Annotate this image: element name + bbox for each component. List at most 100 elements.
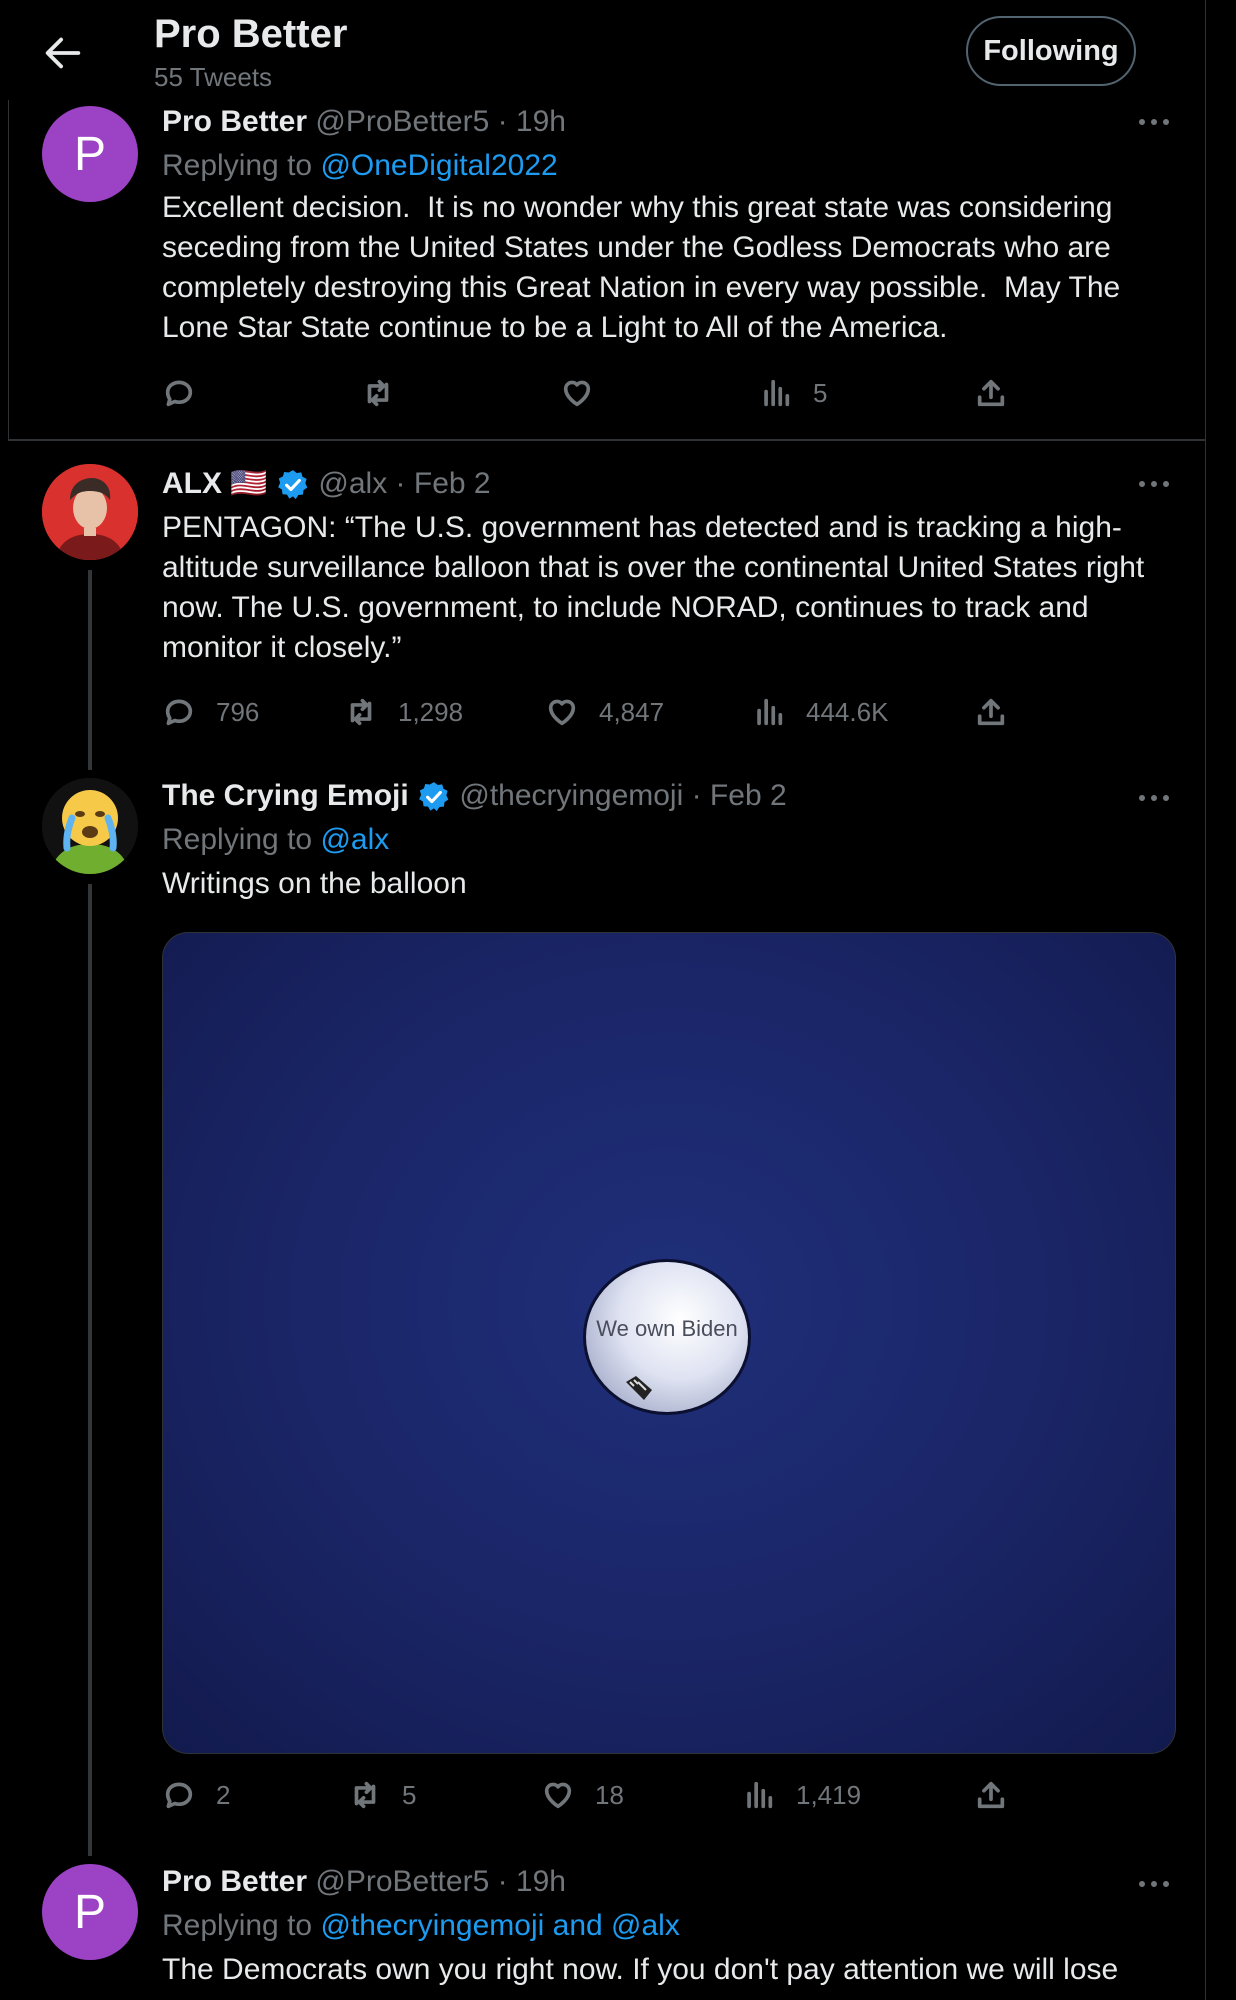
avatar[interactable]: [42, 778, 138, 874]
reply-icon: [165, 699, 193, 726]
like-button[interactable]: 18: [541, 1778, 624, 1812]
author-handle[interactable]: @thecryingemoji: [459, 779, 683, 812]
avatar[interactable]: [42, 464, 138, 560]
tweet-actions: 2 5 18 1,419: [162, 1778, 1020, 1818]
share-icon: [977, 1781, 1005, 1809]
reply-button[interactable]: [162, 376, 196, 410]
avatar[interactable]: P: [42, 106, 138, 202]
arrow-left-icon: [45, 37, 81, 69]
retweet-icon: [367, 379, 389, 407]
heart-icon: [548, 699, 576, 726]
author-name[interactable]: ALX: [162, 467, 222, 500]
share-button[interactable]: [974, 695, 1008, 729]
replying-to: Replying to @thecryingemoji and @alx: [162, 1906, 680, 1946]
balloon: We own Biden: [583, 1259, 751, 1415]
tweet-4[interactable]: P Pro Better @ProBetter5 · 19h Replying …: [0, 1862, 1206, 2000]
tweet-media[interactable]: We own Biden: [162, 932, 1176, 1754]
author-name[interactable]: Pro Better: [162, 1865, 307, 1898]
tweet-time[interactable]: · Feb 2: [396, 467, 491, 500]
views-button[interactable]: 5: [759, 376, 827, 410]
tweet-actions: 796 1,298 4,847 444.6K: [162, 695, 1020, 735]
views-count: 1,419: [796, 1779, 862, 1810]
page-title: Pro Better: [154, 12, 348, 56]
tweet-count: 55 Tweets: [154, 62, 273, 92]
retweet-count: 1,298: [398, 696, 464, 727]
retweet-count: 5: [402, 1779, 417, 1810]
more-button[interactable]: [1139, 119, 1169, 125]
tweet-text: Excellent decision. It is no wonder why …: [162, 191, 1129, 344]
tweet-text: PENTAGON: “The U.S. government has detec…: [162, 511, 1153, 664]
reply-count: 2: [216, 1779, 231, 1810]
tweet-header: Pro Better @ProBetter5 · 19h: [162, 102, 566, 142]
tweet-header: ALX 🇺🇸 @alx · Feb 2: [162, 464, 491, 504]
replying-prefix: Replying to: [162, 1909, 321, 1942]
replying-to: Replying to @OneDigital2022: [162, 146, 558, 186]
avatar-image: [42, 778, 138, 874]
more-button[interactable]: [1139, 795, 1169, 801]
share-button[interactable]: [974, 376, 1008, 410]
views-button[interactable]: 1,419: [742, 1778, 861, 1812]
more-button[interactable]: [1139, 1881, 1169, 1887]
reply-icon: [165, 380, 193, 407]
heart-icon: [544, 1782, 572, 1809]
tweet-divider: [8, 439, 1206, 441]
avatar[interactable]: P: [42, 1864, 138, 1960]
tweet-header: The Crying Emoji @thecryingemoji · Feb 2: [162, 776, 787, 816]
reply-button[interactable]: 2: [162, 1778, 230, 1812]
views-count: 5: [813, 377, 828, 408]
retweet-icon: [350, 698, 372, 726]
tweet-time[interactable]: · Feb 2: [692, 779, 787, 812]
avatar-image: [42, 464, 138, 560]
views-icon: [764, 379, 790, 407]
tweet-text: Writings on the balloon: [162, 867, 467, 900]
heart-icon: [563, 380, 591, 407]
tweet-1[interactable]: P Pro Better @ProBetter5 · 19h Replying …: [0, 100, 1206, 440]
column-border: [8, 100, 9, 440]
replying-handle[interactable]: @OneDigital2022: [320, 149, 557, 182]
top-bar: Pro Better 55 Tweets Following: [0, 0, 1236, 100]
tweet-2[interactable]: ALX 🇺🇸 @alx · Feb 2 PENTAGON: “The U.S. …: [0, 462, 1206, 752]
tweet-3[interactable]: The Crying Emoji @thecryingemoji · Feb 2…: [0, 776, 1206, 1810]
tweet-time[interactable]: · 19h: [498, 1865, 566, 1898]
like-count: 18: [595, 1779, 624, 1810]
replying-prefix: Replying to: [162, 149, 321, 182]
retweet-button[interactable]: 1,298: [344, 695, 463, 729]
share-icon: [977, 698, 1005, 726]
reply-button[interactable]: 796: [162, 695, 259, 729]
like-button[interactable]: [560, 376, 594, 410]
tweet-time[interactable]: · 19h: [498, 105, 566, 138]
views-icon: [747, 1781, 773, 1809]
verified-badge-icon: [419, 782, 449, 812]
author-handle[interactable]: @ProBetter5: [315, 105, 489, 138]
retweet-button[interactable]: [361, 376, 395, 410]
replying-handle[interactable]: @thecryingemoji and @alx: [320, 1909, 679, 1942]
back-button[interactable]: [40, 30, 86, 76]
views-button[interactable]: 444.6K: [752, 695, 888, 729]
replying-to: Replying to @alx: [162, 820, 389, 860]
author-name[interactable]: The Crying Emoji: [162, 779, 409, 812]
views-count: 444.6K: [806, 696, 889, 727]
like-button[interactable]: 4,847: [545, 695, 664, 729]
more-button[interactable]: [1139, 481, 1169, 487]
replying-prefix: Replying to: [162, 823, 321, 856]
share-icon: [977, 379, 1005, 407]
author-handle[interactable]: @alx: [318, 467, 387, 500]
tweet-actions: 5: [162, 376, 1020, 416]
author-handle[interactable]: @ProBetter5: [315, 1865, 489, 1898]
thread-line: [88, 884, 92, 1856]
avatar-letter: P: [73, 1885, 106, 1939]
reply-icon: [165, 1782, 193, 1809]
views-icon: [757, 698, 783, 726]
thread-line: [88, 570, 92, 770]
following-button[interactable]: Following: [966, 16, 1136, 86]
tweet-header: Pro Better @ProBetter5 · 19h: [162, 1862, 566, 1902]
avatar-letter: P: [73, 127, 106, 181]
retweet-button[interactable]: 5: [348, 1778, 416, 1812]
author-name[interactable]: Pro Better: [162, 105, 307, 138]
balloon-payload: [626, 1376, 652, 1400]
reply-count: 796: [216, 696, 260, 727]
verified-badge-icon: [278, 470, 308, 500]
share-button[interactable]: [974, 1778, 1008, 1812]
replying-handle[interactable]: @alx: [320, 823, 389, 856]
retweet-icon: [354, 1781, 376, 1809]
